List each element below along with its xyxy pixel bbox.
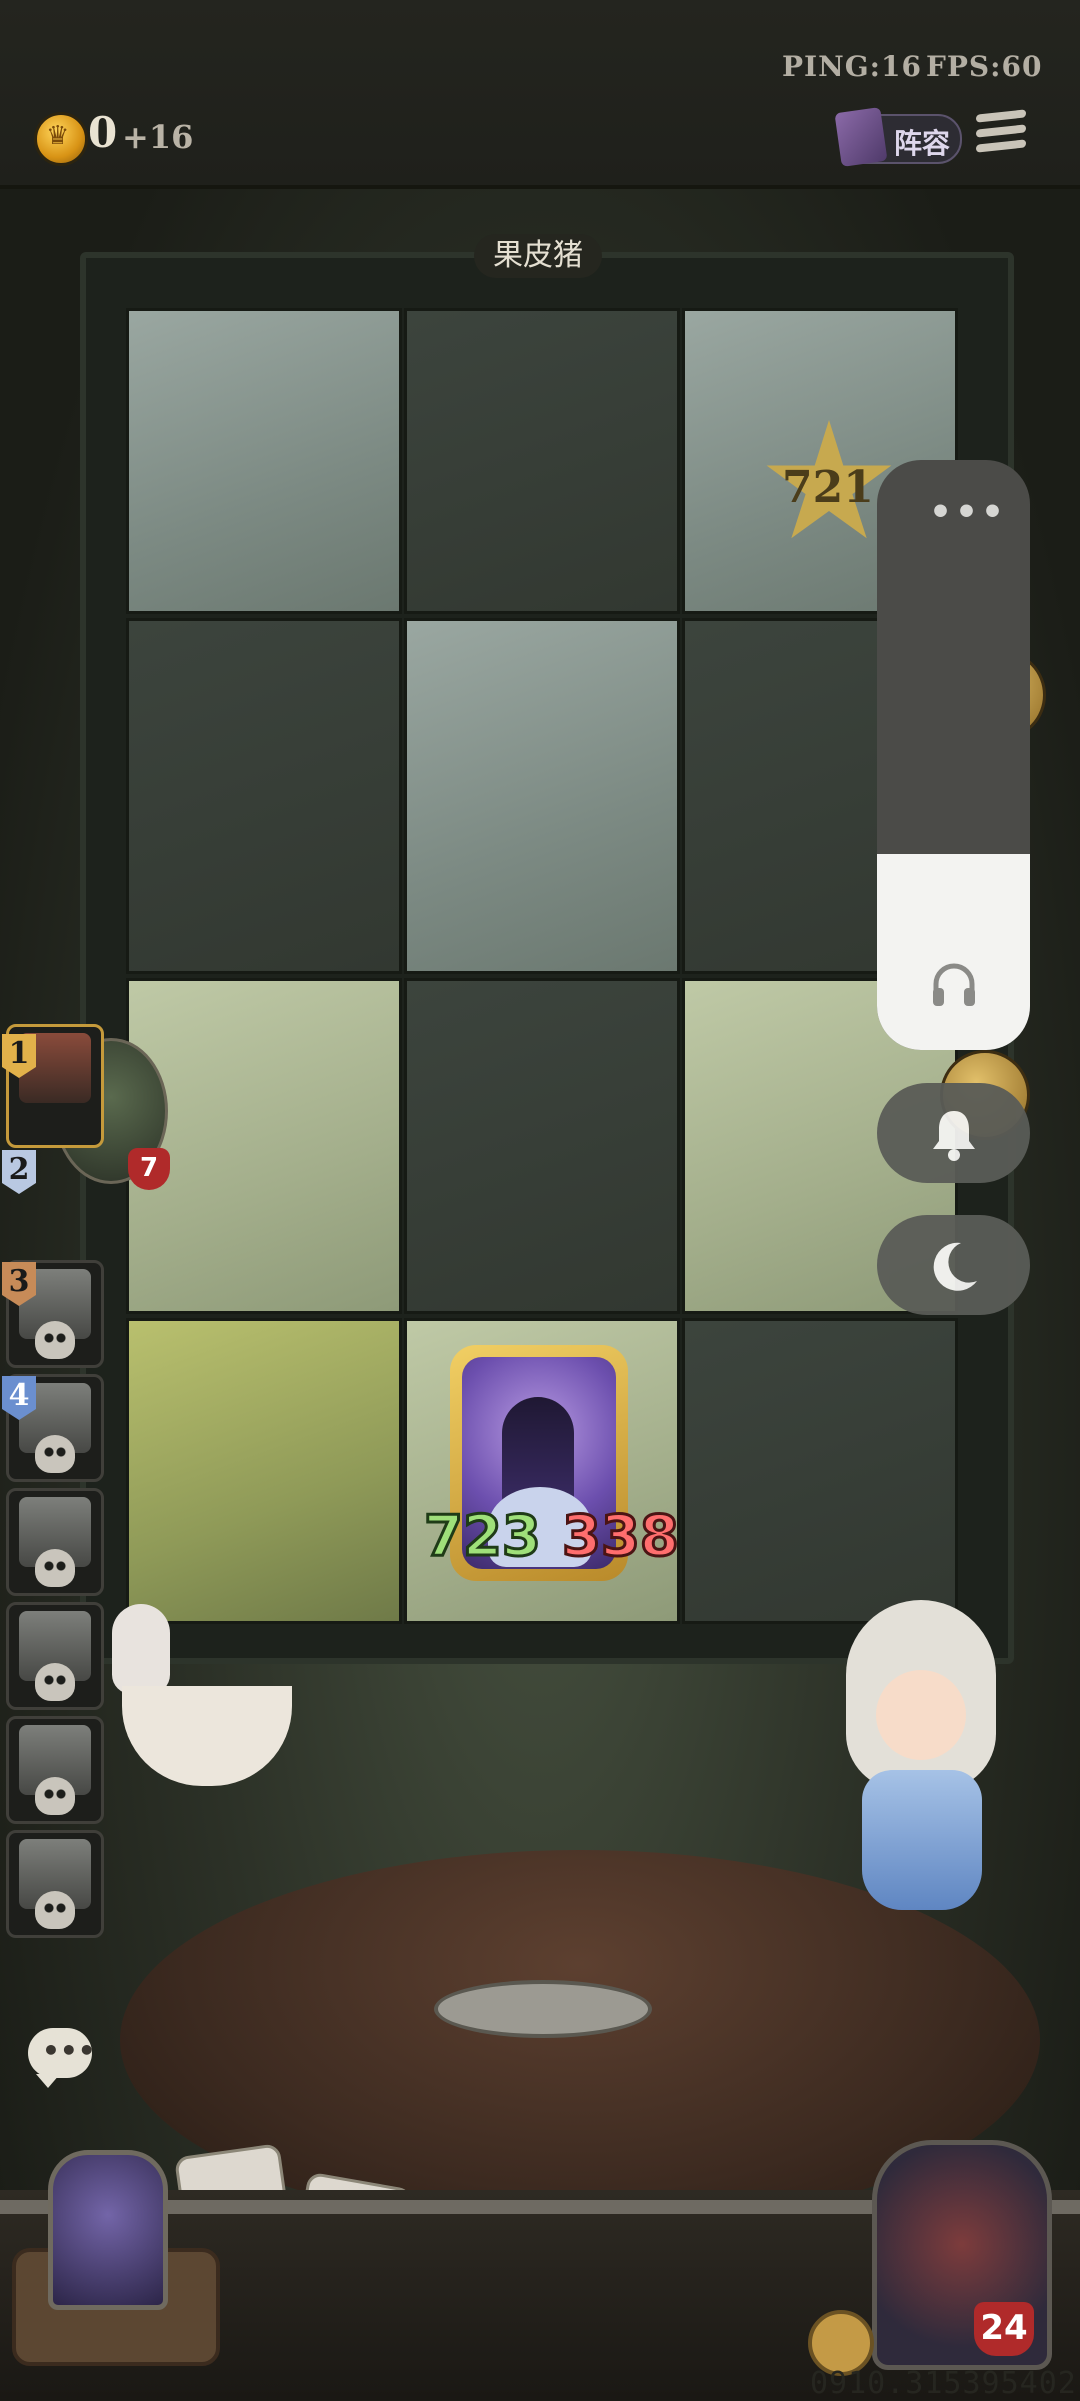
shop-hero-portrait[interactable] <box>48 2150 168 2310</box>
coin-count: 0 <box>88 108 118 157</box>
board-slot[interactable] <box>126 308 402 614</box>
lineup-label: 阵容 <box>894 127 951 160</box>
serial-number: 0910.3153954021 <box>810 2366 1080 2401</box>
chat-button[interactable]: ••• <box>28 2028 96 2088</box>
book-icon <box>834 107 888 167</box>
board-slot[interactable] <box>126 1318 402 1624</box>
coin-income: +16 <box>122 118 194 156</box>
skull-icon <box>35 1321 75 1359</box>
board-slot[interactable] <box>404 978 680 1314</box>
opponent-slot[interactable] <box>6 1488 104 1596</box>
opponent-slot[interactable] <box>6 1602 104 1710</box>
gold-coin-icon <box>34 112 88 166</box>
skull-icon <box>35 1549 75 1587</box>
board-slot[interactable] <box>404 308 680 614</box>
chibi-face <box>876 1670 966 1760</box>
chibi-dress <box>862 1770 982 1910</box>
lineup-button[interactable]: 阵容 <box>834 107 962 167</box>
more-icon[interactable]: ••• <box>929 492 1007 533</box>
roulette-hub <box>434 1980 652 2038</box>
volume-slider[interactable]: ••• <box>877 460 1030 1050</box>
volume-level <box>877 854 1030 1050</box>
opponent-slot[interactable] <box>6 1716 104 1824</box>
hamburger-menu-icon[interactable] <box>976 109 1026 162</box>
opponent-slot[interactable] <box>6 1830 104 1938</box>
skull-icon <box>35 1663 75 1701</box>
board-slot[interactable] <box>682 1318 958 1624</box>
board-slot[interactable] <box>126 618 402 974</box>
bell-button[interactable] <box>877 1083 1030 1183</box>
ping-readout: PING:16 <box>782 50 922 83</box>
hero-attack: 723 <box>423 1503 543 1571</box>
board-slot[interactable] <box>404 618 680 974</box>
headphones-icon <box>933 963 975 1006</box>
skull-icon <box>35 1777 75 1815</box>
player-hp: 24 <box>974 2302 1034 2356</box>
do-not-disturb-button[interactable] <box>877 1215 1030 1315</box>
player-avatar-character <box>826 1600 1026 1930</box>
chat-icon: ••• <box>42 2034 96 2067</box>
player-name-tag: 果皮猪 <box>474 234 602 278</box>
fps-readout: FPS:60 <box>926 50 1043 83</box>
opponent-hp: 7 <box>128 1148 170 1190</box>
level-star-value: 721 <box>782 462 874 513</box>
hero-health: 338 <box>561 1503 681 1571</box>
skull-icon <box>35 1891 75 1929</box>
skull-icon <box>35 1435 75 1473</box>
moon-icon <box>933 1242 977 1291</box>
bell-icon <box>933 1111 975 1161</box>
board-slot[interactable] <box>126 978 402 1314</box>
rabbit-figure <box>112 1604 170 1694</box>
